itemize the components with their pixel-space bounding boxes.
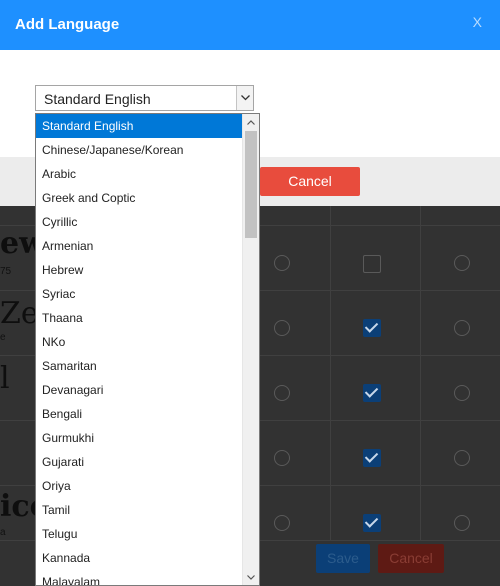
chevron-down-icon[interactable] <box>236 86 253 110</box>
language-option[interactable]: NKo <box>36 330 243 354</box>
language-option[interactable]: Devanagari <box>36 378 243 402</box>
bg-font-subtext: 75 <box>0 266 12 277</box>
scroll-down-icon[interactable] <box>243 569 259 585</box>
bg-checkbox[interactable] <box>363 449 381 467</box>
bg-radio[interactable] <box>454 450 470 466</box>
bg-radio[interactable] <box>274 385 290 401</box>
dialog-header: Add Language X <box>0 0 500 50</box>
bg-radio[interactable] <box>454 255 470 271</box>
bg-checkbox[interactable] <box>363 514 381 532</box>
language-option[interactable]: Gujarati <box>36 450 243 474</box>
language-dropdown-list[interactable]: Standard English Chinese/Japanese/Korean A… <box>35 113 260 586</box>
bg-cancel-button[interactable]: Cancel <box>378 544 444 573</box>
language-option[interactable]: Greek and Coptic <box>36 186 243 210</box>
language-option[interactable]: Cyrillic <box>36 210 243 234</box>
bg-column-divider <box>330 206 331 540</box>
language-option[interactable]: Bengali <box>36 402 243 426</box>
cancel-button[interactable]: Cancel <box>260 167 360 196</box>
bg-radio[interactable] <box>454 385 470 401</box>
language-option[interactable]: Tamil <box>36 498 243 522</box>
language-option[interactable]: Kannada <box>36 546 243 570</box>
bg-radio[interactable] <box>454 320 470 336</box>
language-option[interactable]: Telugu <box>36 522 243 546</box>
bg-font-subtext: e <box>0 332 6 343</box>
language-option[interactable]: Oriya <box>36 474 243 498</box>
language-select-value: Standard English <box>44 91 151 107</box>
language-options: Standard English Chinese/Japanese/Korean A… <box>36 114 259 585</box>
dialog-title: Add Language <box>15 16 120 33</box>
bg-font-preview: l <box>0 361 10 396</box>
close-icon[interactable]: X <box>473 14 482 30</box>
bg-radio[interactable] <box>274 450 290 466</box>
language-option[interactable]: Syriac <box>36 282 243 306</box>
bg-font-subtext: a <box>0 527 6 538</box>
language-select[interactable]: Standard English <box>35 85 254 111</box>
bg-radio[interactable] <box>274 255 290 271</box>
bg-checkbox[interactable] <box>363 255 381 273</box>
language-option[interactable]: Hebrew <box>36 258 243 282</box>
language-option[interactable]: Armenian <box>36 234 243 258</box>
language-option[interactable]: Gurmukhi <box>36 426 243 450</box>
language-option[interactable]: Malayalam <box>36 570 243 585</box>
bg-column-divider <box>420 206 421 540</box>
scroll-up-icon[interactable] <box>243 114 259 130</box>
language-option[interactable]: Standard English <box>36 114 243 138</box>
language-option[interactable]: Chinese/Japanese/Korean <box>36 138 243 162</box>
bg-radio[interactable] <box>274 320 290 336</box>
language-option[interactable]: Samaritan <box>36 354 243 378</box>
language-option[interactable]: Arabic <box>36 162 243 186</box>
bg-save-button[interactable]: Save <box>316 544 370 573</box>
scrollbar-thumb[interactable] <box>245 131 257 238</box>
bg-checkbox[interactable] <box>363 319 381 337</box>
dropdown-scrollbar[interactable] <box>242 114 259 585</box>
bg-radio[interactable] <box>454 515 470 531</box>
bg-radio[interactable] <box>274 515 290 531</box>
bg-checkbox[interactable] <box>363 384 381 402</box>
language-option[interactable]: Thaana <box>36 306 243 330</box>
